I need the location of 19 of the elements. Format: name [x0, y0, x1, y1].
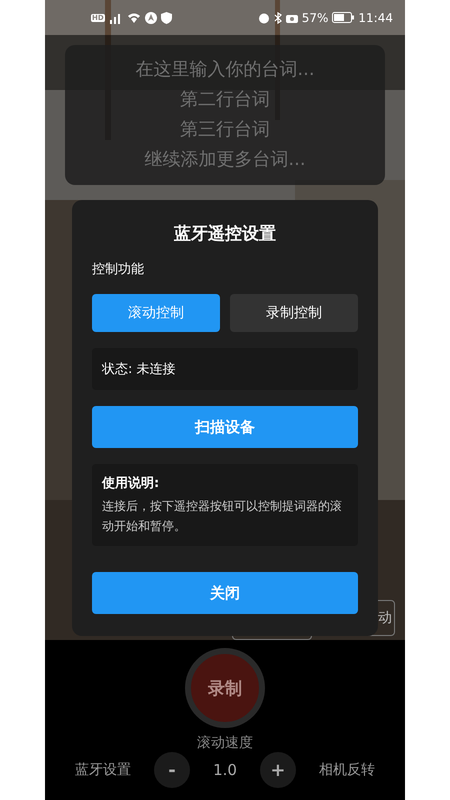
script-line: 第二行台词: [180, 88, 270, 112]
bluetooth-settings-link[interactable]: 蓝牙设置: [75, 761, 131, 779]
increase-button[interactable]: +: [260, 752, 296, 788]
dialog-title: 蓝牙遥控设置: [174, 223, 276, 246]
camera-flip-link[interactable]: 相机反转: [318, 761, 375, 779]
script-line: 第三行台词: [180, 118, 270, 142]
mode-button[interactable]: 录制控制: [230, 294, 358, 332]
decrease-button[interactable]: -: [154, 752, 190, 788]
section-label: 控制功能: [92, 261, 145, 278]
speed-label: 滚动速度: [197, 734, 253, 752]
script-line: 在这里输入你的台词...: [135, 58, 315, 82]
status-text: 状态: 未连接: [92, 348, 358, 390]
record-button[interactable]: 录制: [185, 648, 265, 728]
speed-value: 1.0: [213, 761, 237, 779]
help-text: 连接后，按下遥控器按钮可以控制提词器的滚动开始和暂停。: [102, 498, 343, 535]
help-title: 使用说明:: [102, 475, 160, 492]
clock-time: 11:44: [358, 10, 393, 24]
script-line: 继续添加更多台词...: [144, 148, 306, 172]
battery-percent: 57%: [302, 10, 328, 24]
